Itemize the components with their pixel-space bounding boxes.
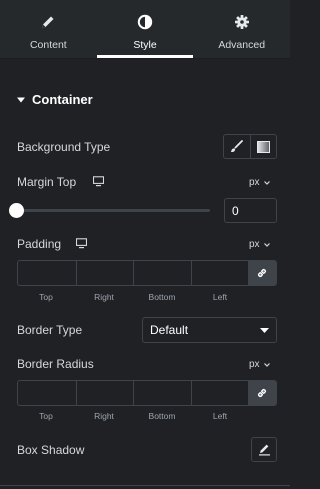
background-gradient-button[interactable] xyxy=(249,135,277,158)
margin-top-slider-handle[interactable] xyxy=(9,203,24,218)
pencil-icon xyxy=(42,16,54,28)
border-radius-unit-select[interactable]: px xyxy=(249,359,270,370)
box-shadow-label: Box Shadow xyxy=(17,443,85,457)
brush-icon xyxy=(231,140,244,152)
section-title: Container xyxy=(32,92,93,107)
padding-left-caption: Left xyxy=(212,292,228,302)
padding-top-input[interactable] xyxy=(18,261,76,285)
tab-content-label: Content xyxy=(29,39,67,51)
pencil-icon xyxy=(258,444,270,456)
tab-style[interactable]: Style xyxy=(96,0,194,58)
desktop-icon[interactable] xyxy=(93,176,104,187)
box-shadow-edit-button[interactable] xyxy=(251,437,277,462)
border-radius-unit: px xyxy=(249,359,260,370)
padding-right-input[interactable] xyxy=(75,261,134,285)
border-radius-left-caption: Left xyxy=(212,411,228,421)
border-radius-dimensions xyxy=(17,380,277,406)
gear-icon xyxy=(234,15,249,29)
margin-top-unit: px xyxy=(249,177,260,188)
tab-style-label: Style xyxy=(133,39,157,51)
border-radius-right-input[interactable] xyxy=(75,381,134,405)
margin-top-slider-track[interactable] xyxy=(17,209,210,212)
border-radius-bottom-caption: Bottom xyxy=(148,411,176,421)
tab-content[interactable]: Content xyxy=(0,0,97,58)
margin-top-unit-select[interactable]: px xyxy=(249,177,270,188)
background-type-label: Background Type xyxy=(17,140,111,154)
border-type-value: Default xyxy=(150,323,189,337)
gradient-icon xyxy=(256,140,270,153)
tab-advanced[interactable]: Advanced xyxy=(193,0,290,58)
margin-top-label: Margin Top xyxy=(17,175,77,189)
padding-left-input[interactable] xyxy=(190,261,249,285)
border-radius-link-button[interactable] xyxy=(248,381,276,405)
padding-top-caption: Top xyxy=(39,292,53,302)
padding-unit: px xyxy=(249,239,260,250)
border-radius-bottom-input[interactable] xyxy=(133,381,191,405)
link-icon xyxy=(258,388,267,398)
padding-side-labels: Top Right Bottom Left xyxy=(17,292,249,302)
padding-bottom-caption: Bottom xyxy=(148,292,176,302)
chevron-down-icon xyxy=(263,242,270,247)
background-type-choices xyxy=(223,134,277,159)
tab-advanced-label: Advanced xyxy=(218,39,266,51)
border-type-select[interactable]: Default xyxy=(142,317,277,343)
half-circle-icon xyxy=(137,14,153,30)
chevron-down-icon xyxy=(263,180,270,185)
border-type-label: Border Type xyxy=(17,323,83,337)
border-radius-top-caption: Top xyxy=(39,411,53,421)
caret-down-icon xyxy=(17,97,25,102)
border-radius-top-input[interactable] xyxy=(18,381,76,405)
background-classic-button[interactable] xyxy=(224,135,250,158)
padding-unit-select[interactable]: px xyxy=(249,239,270,250)
desktop-icon[interactable] xyxy=(76,238,87,249)
padding-label: Padding xyxy=(17,237,62,251)
tabs-divider xyxy=(0,58,290,59)
section-bottom-divider xyxy=(0,485,290,486)
border-radius-left-input[interactable] xyxy=(190,381,249,405)
panel-tabs: Content Style Advanced xyxy=(0,0,290,58)
padding-bottom-input[interactable] xyxy=(133,261,191,285)
padding-dimensions xyxy=(17,260,277,286)
border-radius-right-caption: Right xyxy=(94,411,114,421)
link-icon xyxy=(258,268,267,278)
border-radius-label: Border Radius xyxy=(17,357,94,371)
chevron-down-icon xyxy=(263,362,270,367)
padding-right-caption: Right xyxy=(94,292,114,302)
padding-link-button[interactable] xyxy=(248,261,276,285)
border-radius-side-labels: Top Right Bottom Left xyxy=(17,411,249,421)
caret-down-icon xyxy=(260,327,269,333)
section-toggle[interactable]: Container xyxy=(17,92,93,107)
margin-top-input[interactable] xyxy=(224,198,277,223)
